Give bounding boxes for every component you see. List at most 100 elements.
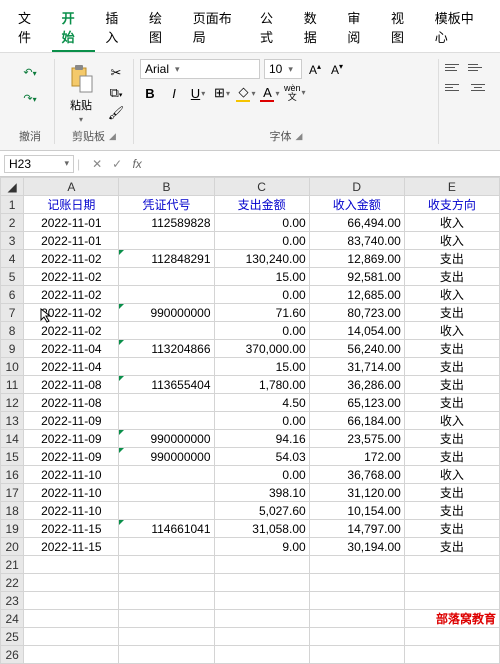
cell[interactable] <box>119 322 214 340</box>
cell[interactable]: 112848291 <box>119 250 214 268</box>
spreadsheet-grid[interactable]: ◢ABCDE 1记账日期凭证代号支出金额收入金额收支方向22022-11-011… <box>0 177 500 664</box>
cell[interactable]: 支出 <box>404 358 499 376</box>
cell[interactable]: 31,714.00 <box>309 358 404 376</box>
cell[interactable] <box>404 628 499 646</box>
row-header[interactable]: 15 <box>1 448 24 466</box>
align-left-button[interactable] <box>445 79 465 95</box>
tab-开始[interactable]: 开始 <box>52 4 96 52</box>
tab-绘图[interactable]: 绘图 <box>139 4 183 52</box>
cell[interactable] <box>119 502 214 520</box>
row-header[interactable]: 19 <box>1 520 24 538</box>
cell[interactable]: 113655404 <box>119 376 214 394</box>
cell[interactable] <box>24 628 119 646</box>
cell[interactable] <box>119 538 214 556</box>
cell[interactable]: 1,780.00 <box>214 376 309 394</box>
row-header[interactable]: 26 <box>1 646 24 664</box>
cell[interactable]: 2022-11-10 <box>24 502 119 520</box>
decrease-font-button[interactable]: A▾ <box>328 60 346 78</box>
cell[interactable] <box>309 610 404 628</box>
header-cell[interactable]: 记账日期 <box>24 196 119 214</box>
cell[interactable]: 收入 <box>404 214 499 232</box>
increase-font-button[interactable]: A▴ <box>306 60 324 78</box>
tab-审阅[interactable]: 审阅 <box>337 4 381 52</box>
row-header[interactable]: 18 <box>1 502 24 520</box>
cell[interactable] <box>119 574 214 592</box>
border-button[interactable]: ⊞▾ <box>212 83 232 103</box>
cell[interactable]: 2022-11-02 <box>24 268 119 286</box>
font-launcher-icon[interactable]: ◢ <box>296 131 303 142</box>
header-cell[interactable]: 收支方向 <box>404 196 499 214</box>
cell[interactable]: 支出 <box>404 502 499 520</box>
cell[interactable] <box>119 646 214 664</box>
formula-bar[interactable] <box>151 154 496 173</box>
row-header[interactable]: 10 <box>1 358 24 376</box>
cell[interactable] <box>404 556 499 574</box>
cell[interactable]: 114661041 <box>119 520 214 538</box>
cell[interactable]: 0.00 <box>214 322 309 340</box>
cell[interactable] <box>214 610 309 628</box>
cell[interactable]: 83,740.00 <box>309 232 404 250</box>
row-header[interactable]: 5 <box>1 268 24 286</box>
enter-formula-button[interactable]: ✓ <box>109 156 125 172</box>
cell[interactable]: 0.00 <box>214 286 309 304</box>
cut-button[interactable]: ✂ <box>105 64 127 82</box>
cell[interactable]: 12,869.00 <box>309 250 404 268</box>
cell[interactable]: 990000000 <box>119 448 214 466</box>
cell[interactable]: 收入 <box>404 466 499 484</box>
cell[interactable]: 172.00 <box>309 448 404 466</box>
cell[interactable]: 15.00 <box>214 358 309 376</box>
cell[interactable]: 收入 <box>404 286 499 304</box>
row-header[interactable]: 16 <box>1 466 24 484</box>
row-header[interactable]: 6 <box>1 286 24 304</box>
cell[interactable]: 92,581.00 <box>309 268 404 286</box>
col-header-C[interactable]: C <box>214 178 309 196</box>
cell[interactable] <box>119 232 214 250</box>
tab-文件[interactable]: 文件 <box>8 4 52 52</box>
cell[interactable] <box>24 646 119 664</box>
cell[interactable]: 2022-11-02 <box>24 286 119 304</box>
cell[interactable]: 支出 <box>404 376 499 394</box>
cell[interactable] <box>214 574 309 592</box>
cell[interactable]: 80,723.00 <box>309 304 404 322</box>
header-cell[interactable]: 凭证代号 <box>119 196 214 214</box>
underline-button[interactable]: U▾ <box>188 83 208 103</box>
col-header-E[interactable]: E <box>404 178 499 196</box>
cell[interactable]: 2022-11-09 <box>24 430 119 448</box>
tab-页面布局[interactable]: 页面布局 <box>183 4 250 52</box>
row-header[interactable]: 13 <box>1 412 24 430</box>
row-header[interactable]: 17 <box>1 484 24 502</box>
paste-button[interactable]: 粘贴 ▾ <box>61 59 101 126</box>
format-painter-button[interactable]: 🖌 <box>105 104 127 122</box>
font-name-select[interactable]: Arial▾ <box>140 59 260 79</box>
cell[interactable]: 4.50 <box>214 394 309 412</box>
row-header[interactable]: 12 <box>1 394 24 412</box>
cell[interactable]: 0.00 <box>214 232 309 250</box>
cell[interactable]: 56,240.00 <box>309 340 404 358</box>
cell[interactable]: 2022-11-02 <box>24 250 119 268</box>
cell[interactable] <box>119 358 214 376</box>
header-cell[interactable]: 支出金额 <box>214 196 309 214</box>
cell[interactable]: 66,184.00 <box>309 412 404 430</box>
cell[interactable] <box>214 646 309 664</box>
cell[interactable]: 支出 <box>404 268 499 286</box>
row-header[interactable]: 4 <box>1 250 24 268</box>
col-header-D[interactable]: D <box>309 178 404 196</box>
row-header[interactable]: 11 <box>1 376 24 394</box>
tab-视图[interactable]: 视图 <box>381 4 425 52</box>
cell[interactable]: 71.60 <box>214 304 309 322</box>
fx-button[interactable]: fx <box>129 156 145 172</box>
cell[interactable]: 9.00 <box>214 538 309 556</box>
cell[interactable] <box>119 592 214 610</box>
cell[interactable]: 36,768.00 <box>309 466 404 484</box>
cell[interactable]: 2022-11-15 <box>24 520 119 538</box>
cell[interactable]: 2022-11-09 <box>24 448 119 466</box>
align-middle-button[interactable] <box>468 59 488 75</box>
tab-数据[interactable]: 数据 <box>294 4 338 52</box>
cell[interactable]: 2022-11-01 <box>24 214 119 232</box>
cell[interactable] <box>119 394 214 412</box>
italic-button[interactable]: I <box>164 83 184 103</box>
cell[interactable]: 5,027.60 <box>214 502 309 520</box>
cell[interactable]: 收入 <box>404 322 499 340</box>
cell[interactable] <box>119 286 214 304</box>
copy-button[interactable]: ⧉▾ <box>105 84 127 102</box>
